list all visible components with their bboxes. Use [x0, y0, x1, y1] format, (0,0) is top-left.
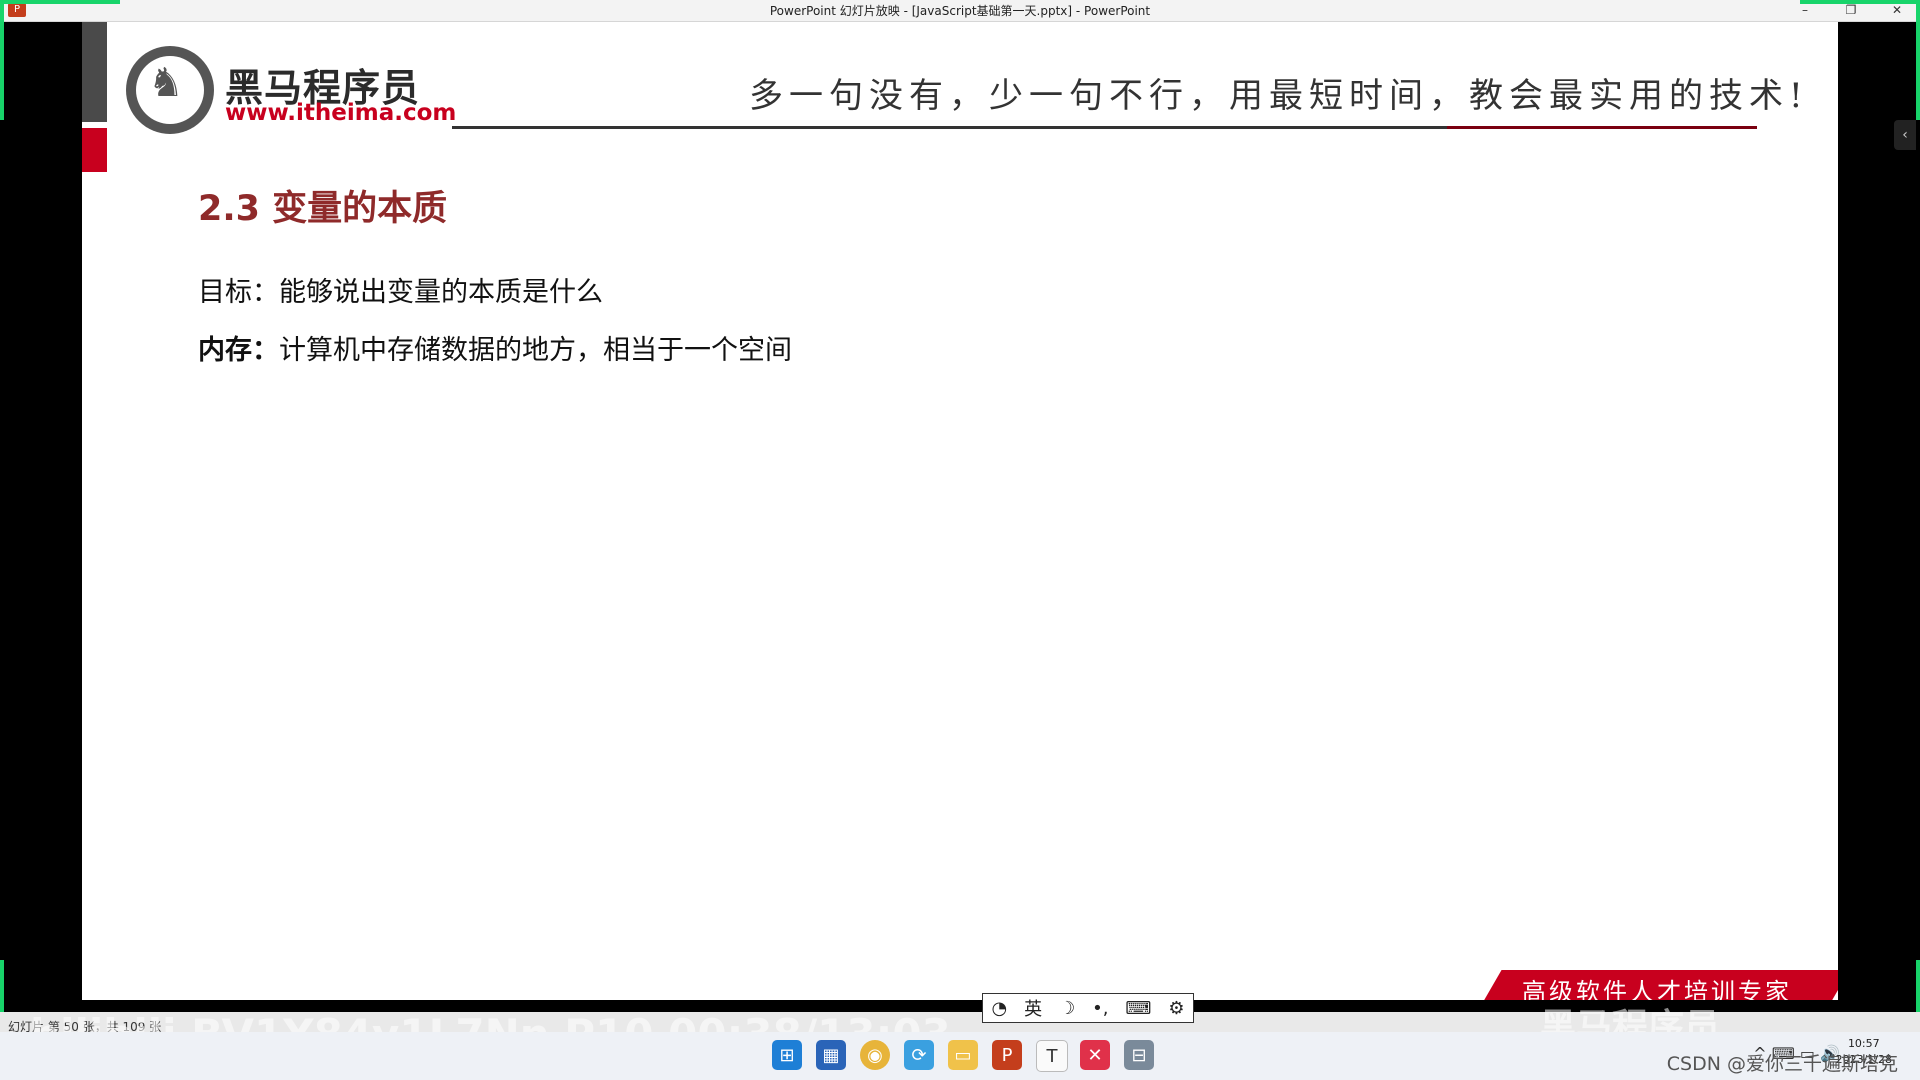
windows-start-icon[interactable]: ⊞: [772, 1040, 802, 1070]
network-tool-icon[interactable]: ⊟: [1124, 1040, 1154, 1070]
taskbar: ⊞ ▦ ◉ ⟳ ▭ P T ✕ ⊟ ^ ⌨ ▭ 🔊 10:57 2023/1/2…: [0, 1032, 1920, 1080]
moon-icon[interactable]: ☽: [1059, 998, 1075, 1019]
slide-slogan: 多一句没有，少一句不行，用最短时间，教会最实用的技术!: [749, 76, 1809, 116]
keyboard-icon[interactable]: ⌨: [1125, 998, 1151, 1019]
slide-side-bar: [82, 22, 107, 122]
logo-url: www.itheima.com: [225, 100, 457, 126]
slide-title: 2.3 变量的本质: [198, 189, 448, 229]
ime-logo-icon[interactable]: ◔: [991, 998, 1007, 1019]
slide-canvas[interactable]: ♞ 黑马程序员 www.itheima.com 多一句没有，少一句不行，用最短时…: [82, 22, 1838, 1000]
ime-toolbar[interactable]: ◔ 英 ☽ •, ⌨ ⚙: [982, 993, 1194, 1023]
frame-corner: [1800, 0, 1920, 4]
slide-memory-line: 内存：计算机中存储数据的地方，相当于一个空间: [198, 328, 792, 367]
csdn-watermark: CSDN @爱你三千遍斯塔克: [1666, 1053, 1898, 1075]
xmind-icon[interactable]: ✕: [1080, 1040, 1110, 1070]
frame-corner: [0, 0, 120, 4]
window-titlebar: P PowerPoint 幻灯片放映 - [JavaScript基础第一天.pp…: [0, 0, 1920, 22]
window-title: PowerPoint 幻灯片放映 - [JavaScript基础第一天.pptx…: [769, 4, 1151, 18]
chrome-icon[interactable]: ◉: [860, 1040, 890, 1070]
typora-icon[interactable]: T: [1036, 1040, 1068, 1072]
gear-icon[interactable]: ⚙: [1168, 998, 1184, 1019]
chevron-left-icon[interactable]: ‹: [1894, 120, 1916, 150]
punctuation-icon[interactable]: •,: [1092, 998, 1108, 1019]
search-app-icon[interactable]: ⟳: [904, 1040, 934, 1070]
slide-goal-line: 目标：能够说出变量的本质是什么: [198, 277, 603, 308]
file-explorer-icon[interactable]: ▭: [948, 1040, 978, 1070]
ime-language-toggle[interactable]: 英: [1024, 995, 1042, 1021]
frame-corner: [0, 0, 4, 120]
header-divider-accent: [1447, 126, 1757, 129]
horse-logo-icon: ♞: [126, 46, 214, 134]
powerpoint-taskbar-icon[interactable]: P: [992, 1040, 1022, 1070]
slide-side-accent: [82, 128, 107, 172]
widgets-icon[interactable]: ▦: [816, 1040, 846, 1070]
footer-banner-text: 高级软件人才培训专家: [1522, 978, 1792, 1000]
frame-corner: [1916, 0, 1920, 120]
memory-text: 计算机中存储数据的地方，相当于一个空间: [279, 335, 792, 366]
memory-label: 内存：: [198, 335, 279, 366]
